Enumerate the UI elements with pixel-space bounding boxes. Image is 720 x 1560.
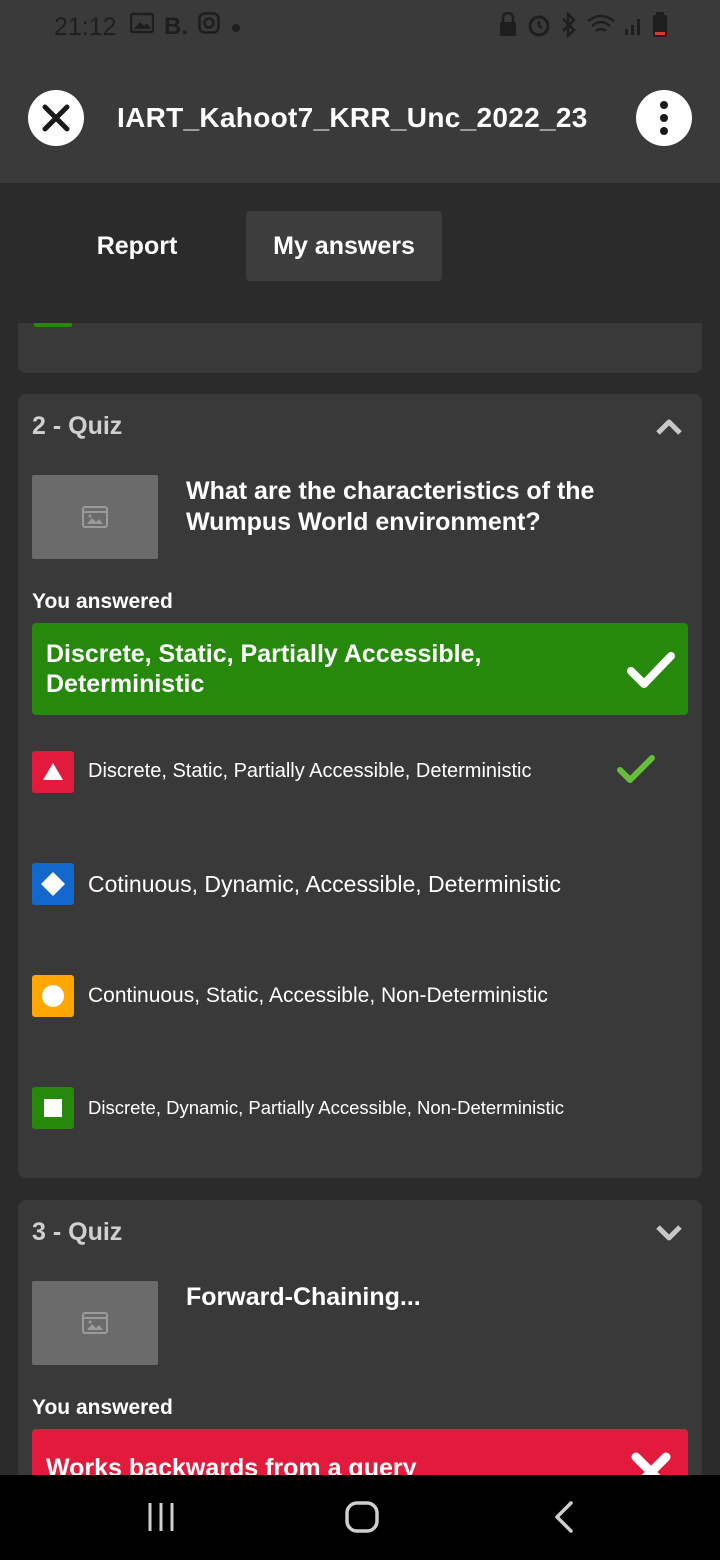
more-vertical-icon — [660, 101, 668, 135]
question-card: 2 - Quiz What are the characteristics of… — [18, 394, 702, 1178]
user-answer-text: Works backwards from a query — [46, 1454, 417, 1475]
question-text-bold: Wumpus World — [186, 508, 369, 536]
answer-option: Continuous, Static, Accessible, Non-Dete… — [32, 975, 692, 1019]
answer-option: Discrete, Dynamic, Partially Accessible,… — [32, 1087, 692, 1131]
correct-check-icon — [617, 755, 655, 783]
question-card: 3 - Quiz Forward-Chaining... You answere… — [18, 1200, 702, 1475]
chevron-up-icon[interactable] — [656, 418, 682, 436]
square-icon — [32, 1087, 74, 1129]
question-text: Forward-Chaining... — [186, 1283, 421, 1311]
question-text-part: What are the characteristics of the — [186, 477, 595, 505]
answer-option-text: Continuous, Static, Accessible, Non-Dete… — [88, 984, 548, 1007]
you-answered-label: You answered — [32, 590, 173, 613]
checkmark-icon — [627, 652, 675, 688]
page-title: IART_Kahoot7_KRR_Unc_2022_23 — [117, 102, 588, 133]
tab-bar: Report My answers — [0, 183, 720, 323]
back-icon[interactable] — [552, 1497, 576, 1537]
status-bar: 21:12 B. — [0, 0, 720, 56]
recent-apps-icon[interactable] — [146, 1497, 176, 1537]
home-icon[interactable] — [344, 1497, 380, 1537]
battery-icon — [652, 12, 668, 45]
b-app-icon: B. — [164, 12, 188, 40]
dot-icon — [230, 13, 242, 41]
answers-list[interactable]: 2 - Quiz What are the characteristics of… — [0, 323, 720, 1475]
previous-question-card[interactable] — [18, 323, 702, 373]
image-icon — [129, 12, 155, 41]
diamond-icon — [32, 863, 74, 905]
answer-option: Discrete, Static, Partially Accessible, … — [32, 751, 692, 795]
question-image-placeholder — [32, 1281, 158, 1365]
system-nav-bar — [0, 1475, 720, 1560]
instagram-icon — [198, 12, 220, 41]
wrong-x-icon — [631, 1452, 671, 1475]
status-time: 21:12 — [54, 13, 117, 41]
more-options-button[interactable] — [636, 90, 692, 146]
question-heading: 2 - Quiz — [32, 412, 123, 440]
question-text: What are the characteristics of the Wump… — [186, 476, 686, 538]
close-icon — [42, 104, 70, 132]
tab-my-answers[interactable]: My answers — [246, 211, 442, 281]
tab-report[interactable]: Report — [70, 211, 204, 281]
answer-option-text: Discrete, Dynamic, Partially Accessible,… — [88, 1097, 564, 1118]
question-text-part: environment? — [368, 508, 541, 536]
user-answer-box: Works backwards from a query — [32, 1429, 688, 1475]
user-answer-text: Discrete, Static, Partially Accessible, … — [46, 640, 482, 698]
chevron-down-icon[interactable] — [656, 1224, 682, 1242]
signal-icon — [624, 13, 644, 44]
header: IART_Kahoot7_KRR_Unc_2022_23 — [0, 56, 720, 183]
answer-option: Cotinuous, Dynamic, Accessible, Determin… — [32, 863, 692, 907]
alarm-icon — [526, 12, 552, 45]
lock-icon — [498, 11, 518, 45]
circle-icon — [32, 975, 74, 1017]
question-image-placeholder — [32, 475, 158, 559]
correct-indicator — [34, 323, 72, 327]
bluetooth-icon — [560, 10, 578, 45]
image-icon — [82, 506, 108, 528]
you-answered-label: You answered — [32, 1396, 173, 1419]
answer-option-text: Discrete, Static, Partially Accessible, … — [88, 760, 532, 782]
triangle-icon — [32, 751, 74, 793]
wifi-icon — [586, 13, 616, 44]
user-answer-box: Discrete, Static, Partially Accessible, … — [32, 623, 688, 715]
answer-option-text: Cotinuous, Dynamic, Accessible, Determin… — [88, 871, 561, 897]
image-icon — [82, 1312, 108, 1334]
question-heading: 3 - Quiz — [32, 1218, 123, 1246]
close-button[interactable] — [28, 90, 84, 146]
